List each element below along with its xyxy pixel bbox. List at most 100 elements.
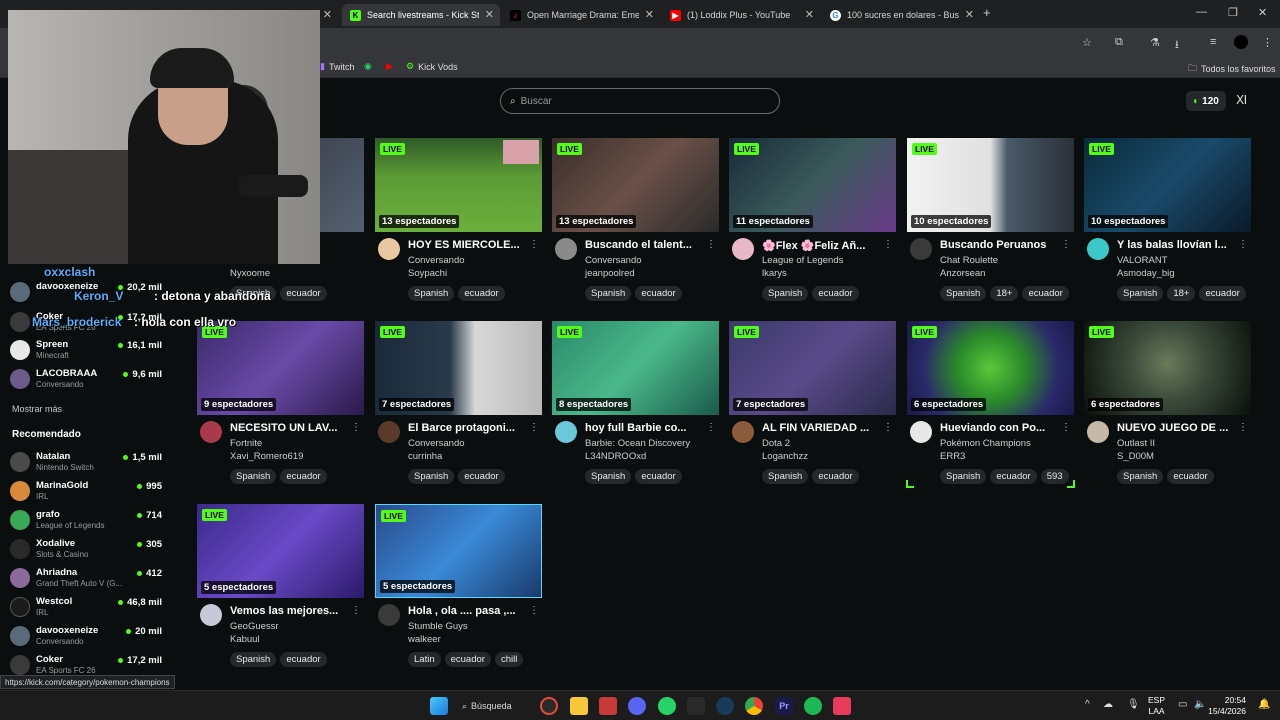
taskbar-search[interactable]: ⌕ Búsqueda: [462, 697, 512, 715]
close-tab-icon[interactable]: ✕: [645, 8, 654, 21]
discord-icon[interactable]: [628, 697, 646, 715]
stream-title[interactable]: Hola , ola .... pasa ,...: [408, 605, 526, 617]
avatar[interactable]: [378, 238, 400, 260]
avatar[interactable]: [378, 421, 400, 443]
stream-thumbnail[interactable]: LIVE 6 espectadores: [907, 321, 1074, 415]
close-window-icon[interactable]: ✕: [1258, 6, 1267, 19]
stream-title[interactable]: Buscando el talent...: [585, 239, 703, 251]
whatsapp-icon[interactable]: ◉: [364, 61, 372, 72]
tag[interactable]: ecuador: [444, 652, 491, 667]
stream-user[interactable]: walkeer: [408, 634, 441, 645]
epic-games-icon[interactable]: [687, 697, 705, 715]
start-icon[interactable]: [430, 697, 448, 715]
minimize-icon[interactable]: —: [1196, 6, 1207, 18]
stream-category[interactable]: Stumble Guys: [408, 621, 468, 632]
menu-kebab-icon[interactable]: ⋮: [1262, 36, 1273, 49]
stream-category[interactable]: VALORANT: [1117, 255, 1168, 266]
stream-title[interactable]: NUEVO JUEGO DE ...: [1117, 422, 1235, 434]
tag[interactable]: ecuador: [1022, 286, 1069, 301]
flask-icon[interactable]: ⚗: [1150, 36, 1160, 49]
stream-thumbnail[interactable]: LIVE 5 espectadores: [375, 504, 542, 598]
avatar[interactable]: [732, 238, 754, 260]
stream-user[interactable]: Xavi_Romero619: [230, 451, 303, 462]
more-options-icon[interactable]: ⋮: [351, 422, 361, 433]
volume-icon[interactable]: 🔈: [1194, 699, 1206, 710]
stream-card-walkeer[interactable]: LIVE 5 espectadores Hola , ola .... pasa…: [375, 504, 542, 676]
stream-category[interactable]: League of Legends: [762, 255, 843, 266]
avatar[interactable]: [910, 238, 932, 260]
stream-category[interactable]: GeoGuessr: [230, 621, 279, 632]
stream-category[interactable]: Pokémon Champions: [940, 438, 1031, 449]
app-icon[interactable]: [599, 697, 617, 715]
tag[interactable]: Spanish: [940, 469, 987, 484]
tiktok-icon[interactable]: [833, 697, 851, 715]
stream-user[interactable]: lkarys: [762, 268, 787, 279]
stream-thumbnail[interactable]: LIVE 10 espectadores: [1084, 138, 1251, 232]
chevron-up-icon[interactable]: ^: [1085, 699, 1090, 710]
more-options-icon[interactable]: ⋮: [1238, 422, 1248, 433]
stream-user[interactable]: Soypachi: [408, 268, 447, 279]
stream-user[interactable]: Asmoday_big: [1117, 268, 1175, 279]
profile-avatar[interactable]: [1234, 35, 1248, 49]
stream-card-kabuul[interactable]: LIVE 5 espectadores Vemos las mejores...…: [197, 504, 364, 676]
stream-card-loganchzz[interactable]: LIVE 7 espectadores AL FIN VARIEDAD ... …: [729, 321, 896, 493]
tab-kick-search[interactable]: K Search livestreams - Kick Stream ✕: [342, 4, 500, 26]
more-options-icon[interactable]: ⋮: [883, 239, 893, 250]
tag[interactable]: 18+: [1167, 286, 1196, 301]
stream-category[interactable]: Barbie: Ocean Discovery: [585, 438, 690, 449]
tag[interactable]: 593: [1040, 469, 1069, 484]
downloads-icon[interactable]: ⭳: [1175, 36, 1179, 55]
tag[interactable]: ecuador: [1167, 469, 1214, 484]
stream-card-lkarys[interactable]: LIVE 11 espectadores 🌸Flex 🌸Feliz Añ... …: [729, 138, 896, 310]
stream-user[interactable]: L34NDROOxd: [585, 451, 646, 462]
tag[interactable]: chill: [494, 652, 524, 667]
stream-card-s-d00m[interactable]: LIVE 6 espectadores NUEVO JUEGO DE ... ⋮…: [1084, 321, 1251, 493]
search-input[interactable]: ⌕ Buscar: [500, 88, 780, 114]
tag[interactable]: Spanish: [940, 286, 987, 301]
extensions-icon[interactable]: ⧉: [1115, 36, 1123, 49]
tag[interactable]: ecuador: [812, 469, 859, 484]
restore-icon[interactable]: ❐: [1228, 6, 1238, 19]
microphone-icon[interactable]: 🎙: [1127, 699, 1140, 710]
stream-thumbnail[interactable]: LIVE 8 espectadores: [552, 321, 719, 415]
close-tab-icon[interactable]: ✕: [485, 8, 494, 21]
more-options-icon[interactable]: ⋮: [1061, 422, 1071, 433]
new-tab-icon[interactable]: +: [983, 5, 991, 20]
sidebar-channel-westcol[interactable]: Westcol IRL 46,8 mil: [10, 595, 162, 621]
tag[interactable]: Spanish: [762, 286, 809, 301]
steam-icon[interactable]: [716, 697, 734, 715]
stream-category[interactable]: Dota 2: [762, 438, 790, 449]
tag[interactable]: 18+: [990, 286, 1019, 301]
stream-title[interactable]: Vemos las mejores...: [230, 605, 348, 617]
avatar[interactable]: [200, 604, 222, 626]
stream-title[interactable]: El Barce protagoni...: [408, 422, 526, 434]
stream-thumbnail[interactable]: LIVE 7 espectadores: [729, 321, 896, 415]
stream-thumbnail[interactable]: LIVE 10 espectadores: [907, 138, 1074, 232]
sidebar-channel-davooxeneize-2[interactable]: davooxeneize Conversando 20 mil: [10, 624, 162, 650]
tag[interactable]: ecuador: [280, 652, 327, 667]
whatsapp-icon[interactable]: [658, 697, 676, 715]
stream-user[interactable]: Anzorsean: [940, 268, 985, 279]
tag[interactable]: ecuador: [635, 286, 682, 301]
language-indicator[interactable]: ESP LAA: [1148, 695, 1165, 717]
stream-user[interactable]: Nyxoome: [230, 268, 270, 279]
stream-user[interactable]: Kabuul: [230, 634, 260, 645]
avatar[interactable]: [555, 238, 577, 260]
stream-user[interactable]: S_D00M: [1117, 451, 1154, 462]
stream-user[interactable]: Loganchzz: [762, 451, 808, 462]
stream-card-jeanpoolred[interactable]: LIVE 13 espectadores Buscando el talent.…: [552, 138, 719, 310]
points-badge[interactable]: ◐ 120: [1186, 91, 1226, 111]
stream-title[interactable]: Y las balas llovían l...: [1117, 239, 1235, 251]
bookmark-all-favorites[interactable]: 🗀 Todos los favoritos: [1188, 61, 1276, 77]
sidebar-channel-ahriadna[interactable]: Ahriadna Grand Theft Auto V (G... 412: [10, 566, 162, 592]
sidebar-channel-marinagold[interactable]: MarinaGold IRL 995: [10, 479, 162, 505]
stream-title[interactable]: Buscando Peruanos: [940, 239, 1058, 251]
bookmark-twitch[interactable]: ▮ Twitch: [320, 61, 354, 72]
avatar[interactable]: [1087, 421, 1109, 443]
stream-category[interactable]: Conversando: [408, 438, 465, 449]
reading-list-icon[interactable]: ≡: [1210, 36, 1216, 48]
tag[interactable]: Spanish: [230, 469, 277, 484]
stream-category[interactable]: Chat Roulette: [940, 255, 998, 266]
tag[interactable]: ecuador: [458, 469, 505, 484]
stream-thumbnail[interactable]: LIVE 7 espectadores: [375, 321, 542, 415]
